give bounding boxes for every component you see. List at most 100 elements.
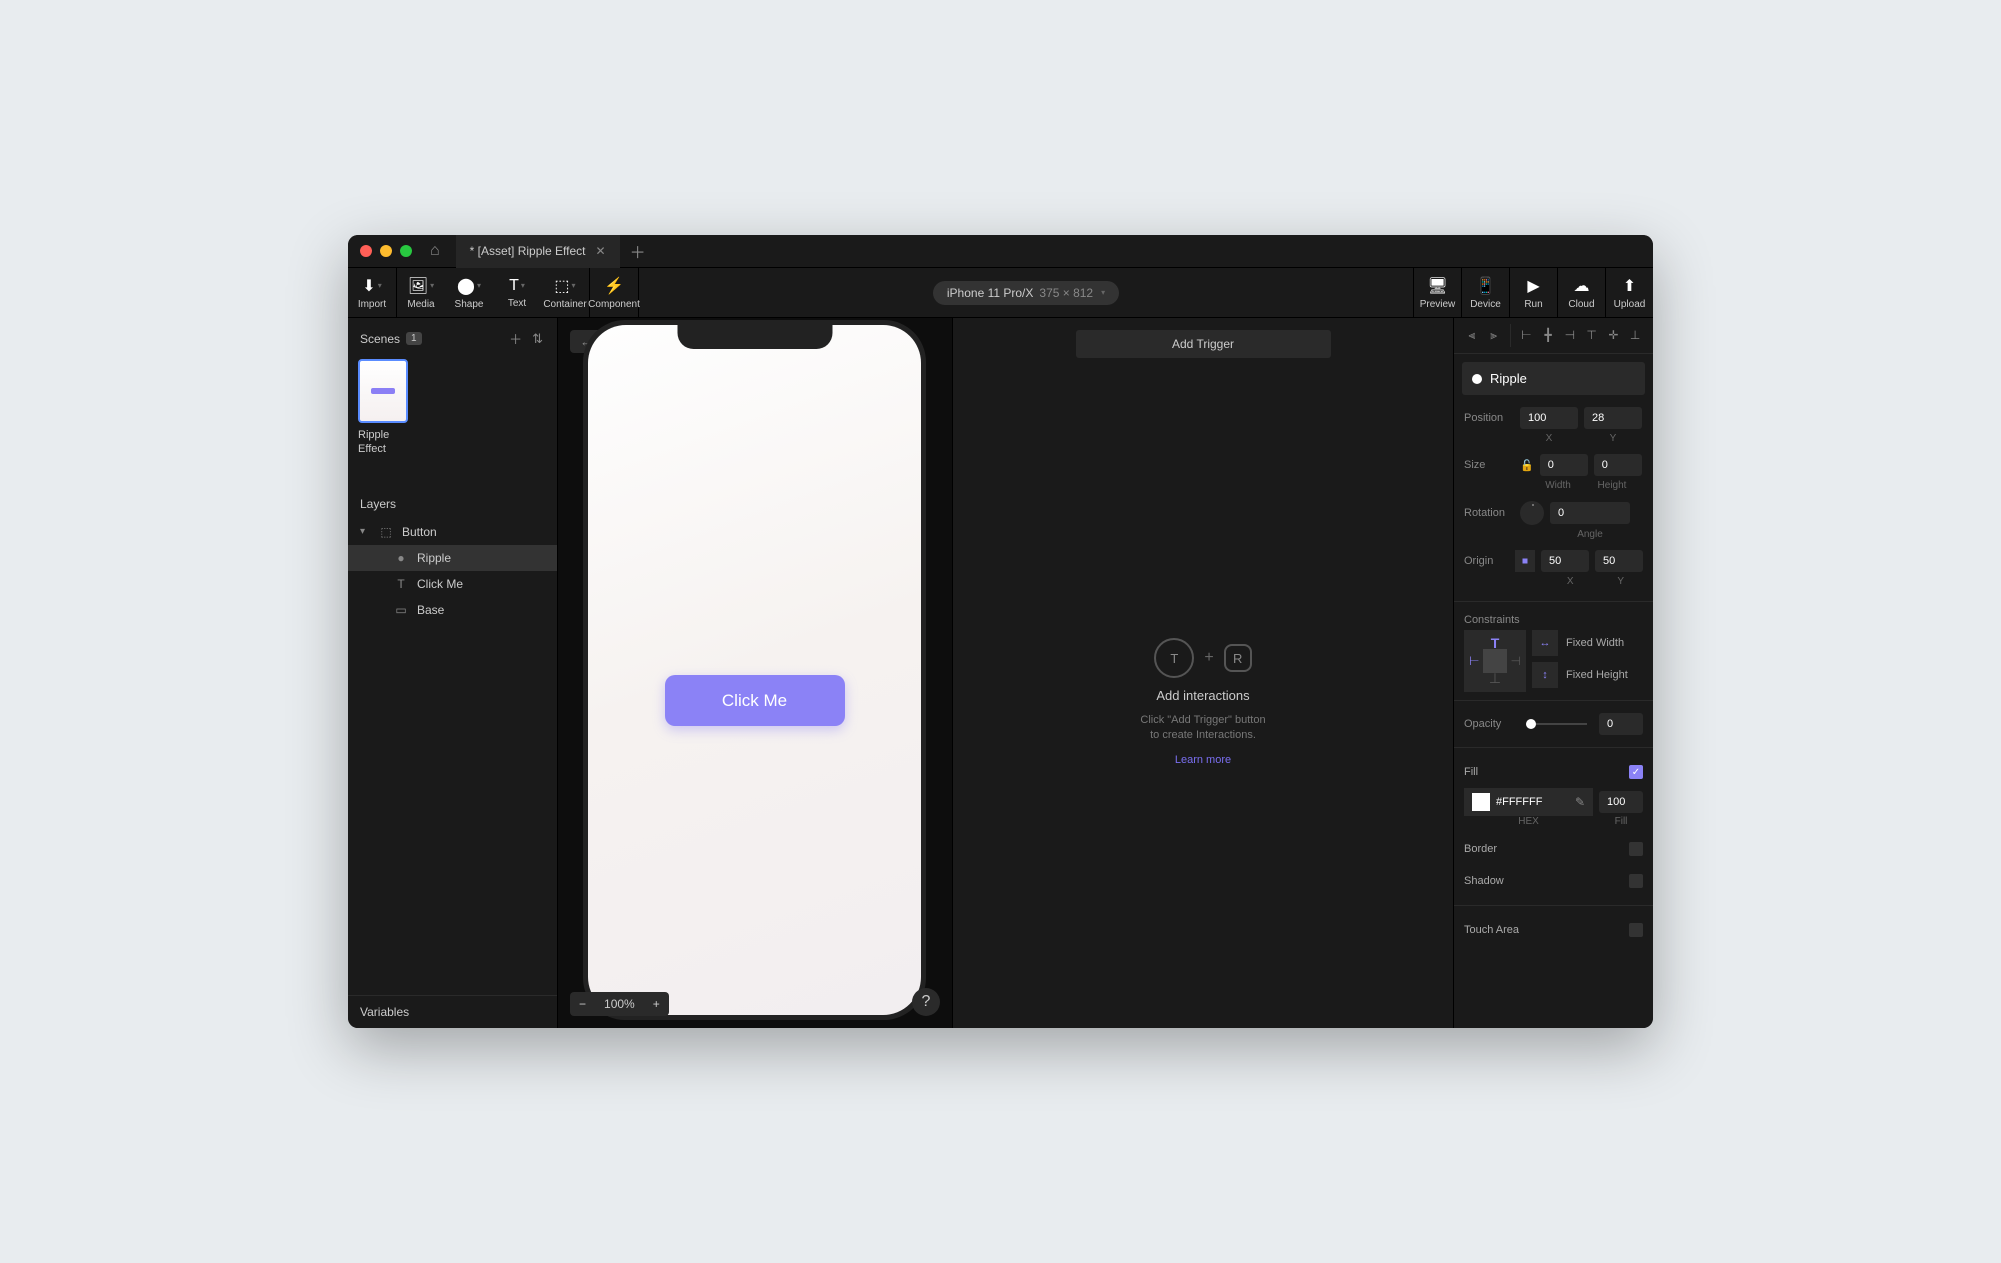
device-selector[interactable]: iPhone 11 Pro/X 375 × 812 ▾ <box>933 281 1119 305</box>
origin-label: Origin <box>1464 555 1509 567</box>
shadow-label: Shadow <box>1464 875 1504 887</box>
text-icon: T▾ <box>509 277 525 295</box>
variables-section[interactable]: Variables <box>348 995 557 1028</box>
canvas-viewport[interactable]: ← → Click Me − 100% + ? <box>558 318 953 1028</box>
device-frame: Click Me <box>583 320 926 1020</box>
add-trigger-button[interactable]: Add Trigger <box>1076 330 1331 358</box>
document-tab[interactable]: * [Asset] Ripple Effect ✕ <box>456 235 620 268</box>
fill-label: Fill <box>1464 766 1478 778</box>
container-icon: ⬚ <box>379 525 393 539</box>
border-label: Border <box>1464 843 1497 855</box>
rect-icon: ▭ <box>394 603 408 617</box>
zoom-value[interactable]: 100% <box>595 992 644 1016</box>
align-right-edge-button[interactable]: ⊣ <box>1560 324 1580 347</box>
help-button[interactable]: ? <box>912 988 940 1016</box>
play-icon: ▶ <box>1527 276 1539 296</box>
fixed-height-icon[interactable]: ↕ <box>1532 662 1558 688</box>
size-lock-button[interactable]: 🔓 <box>1520 459 1534 472</box>
traffic-lights <box>360 245 412 257</box>
scenes-header: Scenes 1 ＋ ⇅ <box>348 318 557 359</box>
origin-y-input[interactable] <box>1595 550 1643 572</box>
window-zoom-button[interactable] <box>400 245 412 257</box>
main-toolbar: ⬇▾ Import 🖼▾ Media ⬤▾ Shape T▾ Text ⬚▾ C… <box>348 268 1653 318</box>
trigger-badge-icon: T <box>1154 638 1194 678</box>
position-x-input[interactable] <box>1520 407 1578 429</box>
position-y-input[interactable] <box>1584 407 1642 429</box>
layers-header: Layers <box>348 487 557 519</box>
scenes-count-badge: 1 <box>406 332 422 345</box>
empty-title: Add interactions <box>1156 688 1249 703</box>
main-area: Scenes 1 ＋ ⇅ Ripple Effect Layers ▾ ⬚ Bu… <box>348 318 1653 1028</box>
chevron-down-icon[interactable]: ▾ <box>360 526 370 537</box>
tab-add-button[interactable]: ＋ <box>630 239 646 263</box>
align-center-h-button[interactable]: ⫸ <box>1484 324 1504 347</box>
origin-picker[interactable] <box>1515 550 1535 572</box>
fixed-width-icon[interactable]: ↔ <box>1532 630 1558 656</box>
element-header[interactable]: Ripple <box>1462 362 1645 395</box>
rotation-input[interactable] <box>1550 502 1630 524</box>
interactions-empty-state: T + R Add interactions Click "Add Trigge… <box>1140 638 1265 766</box>
align-left-button[interactable]: ⫷ <box>1462 324 1482 347</box>
origin-x-input[interactable] <box>1541 550 1589 572</box>
constraints-label: Constraints <box>1464 614 1520 626</box>
interactions-panel: Add Trigger T + R Add interactions Click… <box>953 318 1453 1028</box>
add-scene-button[interactable]: ＋ <box>507 327 524 350</box>
window-minimize-button[interactable] <box>380 245 392 257</box>
layer-row-click-me[interactable]: T Click Me <box>348 571 557 597</box>
window-close-button[interactable] <box>360 245 372 257</box>
run-button[interactable]: ▶ Run <box>1509 268 1557 317</box>
eyedropper-icon[interactable]: ✎ <box>1575 795 1585 809</box>
device-notch <box>677 325 832 349</box>
cloud-button[interactable]: ☁ Cloud <box>1557 268 1605 317</box>
color-swatch[interactable] <box>1472 793 1490 811</box>
plus-icon: + <box>1204 649 1213 667</box>
app-window: ⌂ * [Asset] Ripple Effect ✕ ＋ ⬇▾ Import … <box>348 235 1653 1028</box>
position-label: Position <box>1464 412 1514 424</box>
align-bottom-button[interactable]: ⊥ <box>1625 324 1645 347</box>
border-toggle[interactable] <box>1629 842 1643 856</box>
touch-area-toggle[interactable] <box>1629 923 1643 937</box>
preview-button[interactable]: 🖥 Preview <box>1413 268 1461 317</box>
shadow-toggle[interactable] <box>1629 874 1643 888</box>
zoom-control: − 100% + <box>570 992 669 1016</box>
component-button[interactable]: ⚡ Component <box>590 268 638 317</box>
circle-icon: ● <box>394 551 408 565</box>
layer-row-ripple[interactable]: ● Ripple <box>348 545 557 571</box>
alignment-bar: ⫷ ⫸ ⊢ ╋ ⊣ ⊤ ✛ ⊥ <box>1454 318 1653 354</box>
media-button[interactable]: 🖼▾ Media <box>397 268 445 317</box>
zoom-out-button[interactable]: − <box>570 992 595 1016</box>
fill-opacity-input[interactable] <box>1599 791 1643 813</box>
learn-more-link[interactable]: Learn more <box>1175 754 1231 766</box>
scene-settings-button[interactable]: ⇅ <box>530 329 545 349</box>
opacity-slider[interactable] <box>1526 723 1587 725</box>
layer-row-base[interactable]: ▭ Base <box>348 597 557 623</box>
fill-color-input[interactable]: #FFFFFF ✎ <box>1464 788 1593 816</box>
shape-button[interactable]: ⬤▾ Shape <box>445 268 493 317</box>
width-input[interactable] <box>1540 454 1588 476</box>
titlebar: ⌂ * [Asset] Ripple Effect ✕ ＋ <box>348 235 1653 268</box>
device-preview-button[interactable]: 📱 Device <box>1461 268 1509 317</box>
empty-subtitle: Click "Add Trigger" button to create Int… <box>1140 713 1265 744</box>
download-icon: ⬇▾ <box>362 276 381 296</box>
rotation-dial[interactable] <box>1520 501 1544 525</box>
home-icon[interactable]: ⌂ <box>430 242 440 260</box>
opacity-input[interactable] <box>1599 713 1643 735</box>
container-button[interactable]: ⬚▾ Container <box>541 268 589 317</box>
import-button[interactable]: ⬇▾ Import <box>348 268 396 317</box>
align-center-button[interactable]: ╋ <box>1538 324 1558 347</box>
device-screen[interactable]: Click Me <box>588 325 921 1015</box>
fill-toggle[interactable]: ✓ <box>1629 765 1643 779</box>
zoom-in-button[interactable]: + <box>644 992 669 1016</box>
layer-row-button[interactable]: ▾ ⬚ Button <box>348 519 557 545</box>
scene-thumbnail[interactable] <box>358 359 408 423</box>
align-left-edge-button[interactable]: ⊢ <box>1517 324 1537 347</box>
phone-icon: 📱 <box>1476 276 1496 296</box>
align-top-button[interactable]: ⊤ <box>1582 324 1602 347</box>
height-input[interactable] <box>1594 454 1642 476</box>
tab-close-icon[interactable]: ✕ <box>596 244 606 258</box>
upload-button[interactable]: ⬆ Upload <box>1605 268 1653 317</box>
canvas-button-element[interactable]: Click Me <box>665 675 845 726</box>
text-button[interactable]: T▾ Text <box>493 268 541 317</box>
align-middle-button[interactable]: ✛ <box>1604 324 1624 347</box>
constraints-picker[interactable]: T⊢⊣⊥ <box>1464 630 1526 692</box>
